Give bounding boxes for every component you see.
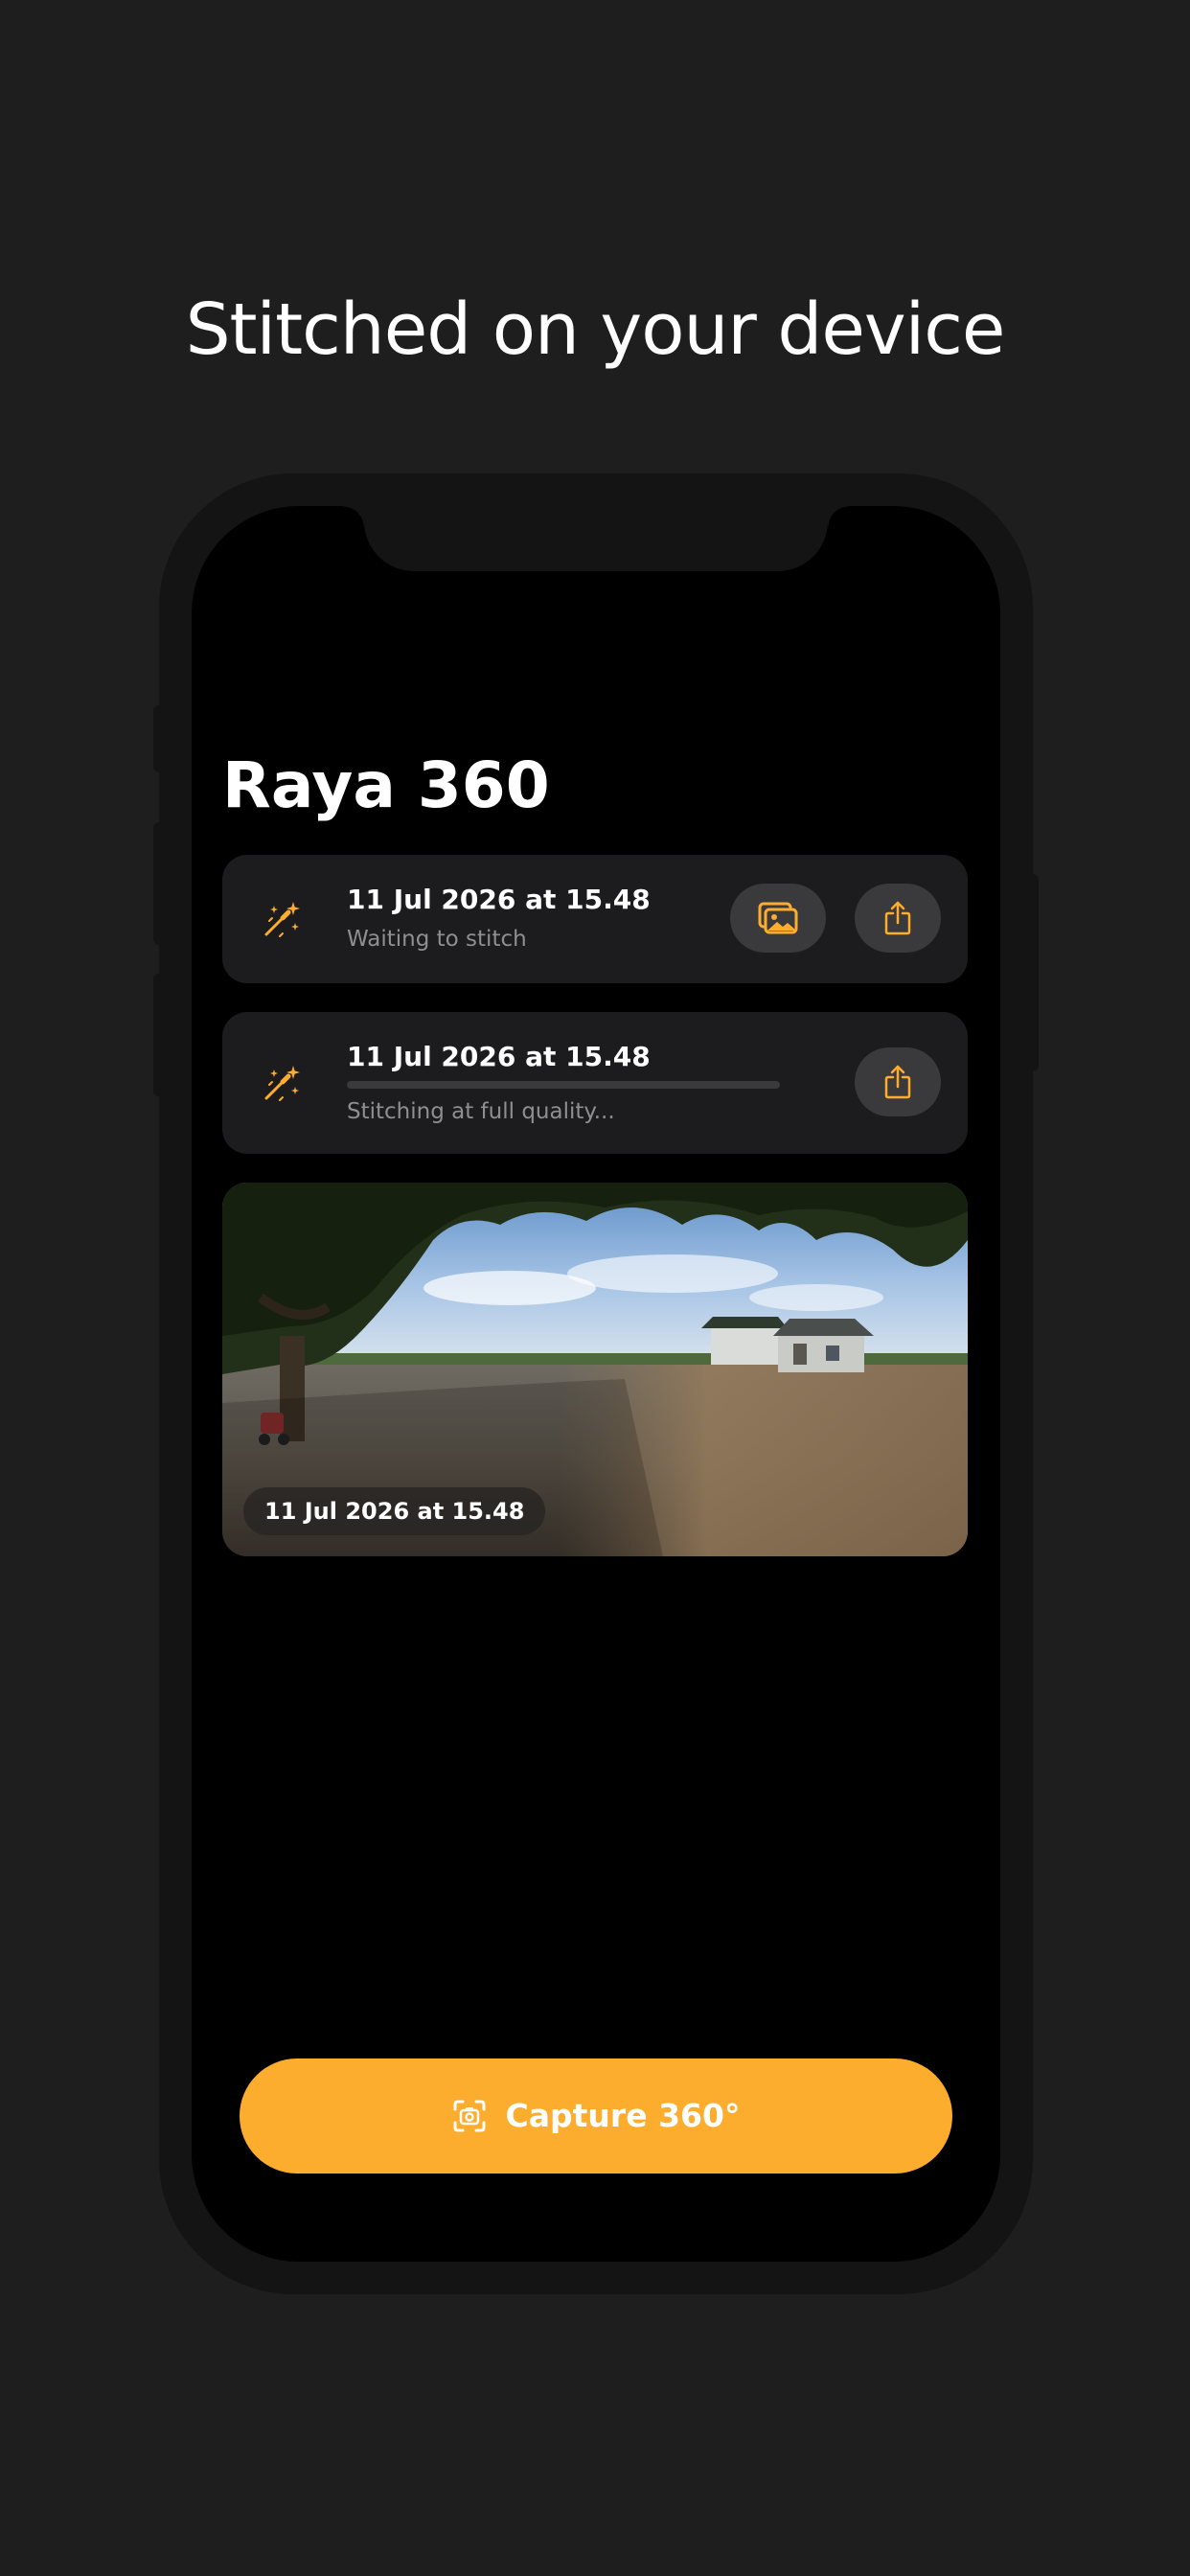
capture-button-label: Capture 360° [505, 2097, 741, 2134]
panorama-thumbnail[interactable]: 11 Jul 2026 at 15.48 [222, 1183, 968, 1556]
panorama-date-label: 11 Jul 2026 at 15.48 [243, 1487, 546, 1535]
phone-notch [343, 506, 849, 571]
share-icon [884, 1065, 911, 1099]
capture-360-button[interactable]: Capture 360° [240, 2058, 952, 2174]
view-photos-button[interactable] [730, 884, 826, 953]
phone-screen: Raya 360 11 Jul 2026 at 15.48 Waiting to… [192, 506, 1000, 2262]
capture-date: 11 Jul 2026 at 15.48 [347, 1041, 651, 1072]
capture-card-waiting[interactable]: 11 Jul 2026 at 15.48 Waiting to stitch [222, 855, 968, 983]
capture-status: Stitching at full quality... [347, 1099, 615, 1124]
app-title: Raya 360 [222, 748, 550, 822]
share-button[interactable] [855, 884, 941, 953]
stitch-progress-bar [347, 1081, 780, 1089]
capture-card-stitching[interactable]: 11 Jul 2026 at 15.48 Stitching at full q… [222, 1012, 968, 1154]
phone-frame: Raya 360 11 Jul 2026 at 15.48 Waiting to… [159, 473, 1033, 2294]
marketing-headline: Stitched on your device [185, 288, 1006, 371]
share-button[interactable] [855, 1047, 941, 1116]
share-icon [884, 901, 911, 935]
capture-date: 11 Jul 2026 at 15.48 [347, 884, 651, 915]
magic-wand-icon [264, 902, 300, 937]
capture-status: Waiting to stitch [347, 927, 527, 952]
magic-wand-icon [264, 1066, 300, 1101]
camera-viewfinder-icon [453, 2100, 486, 2132]
photo-gallery-icon [758, 902, 798, 934]
